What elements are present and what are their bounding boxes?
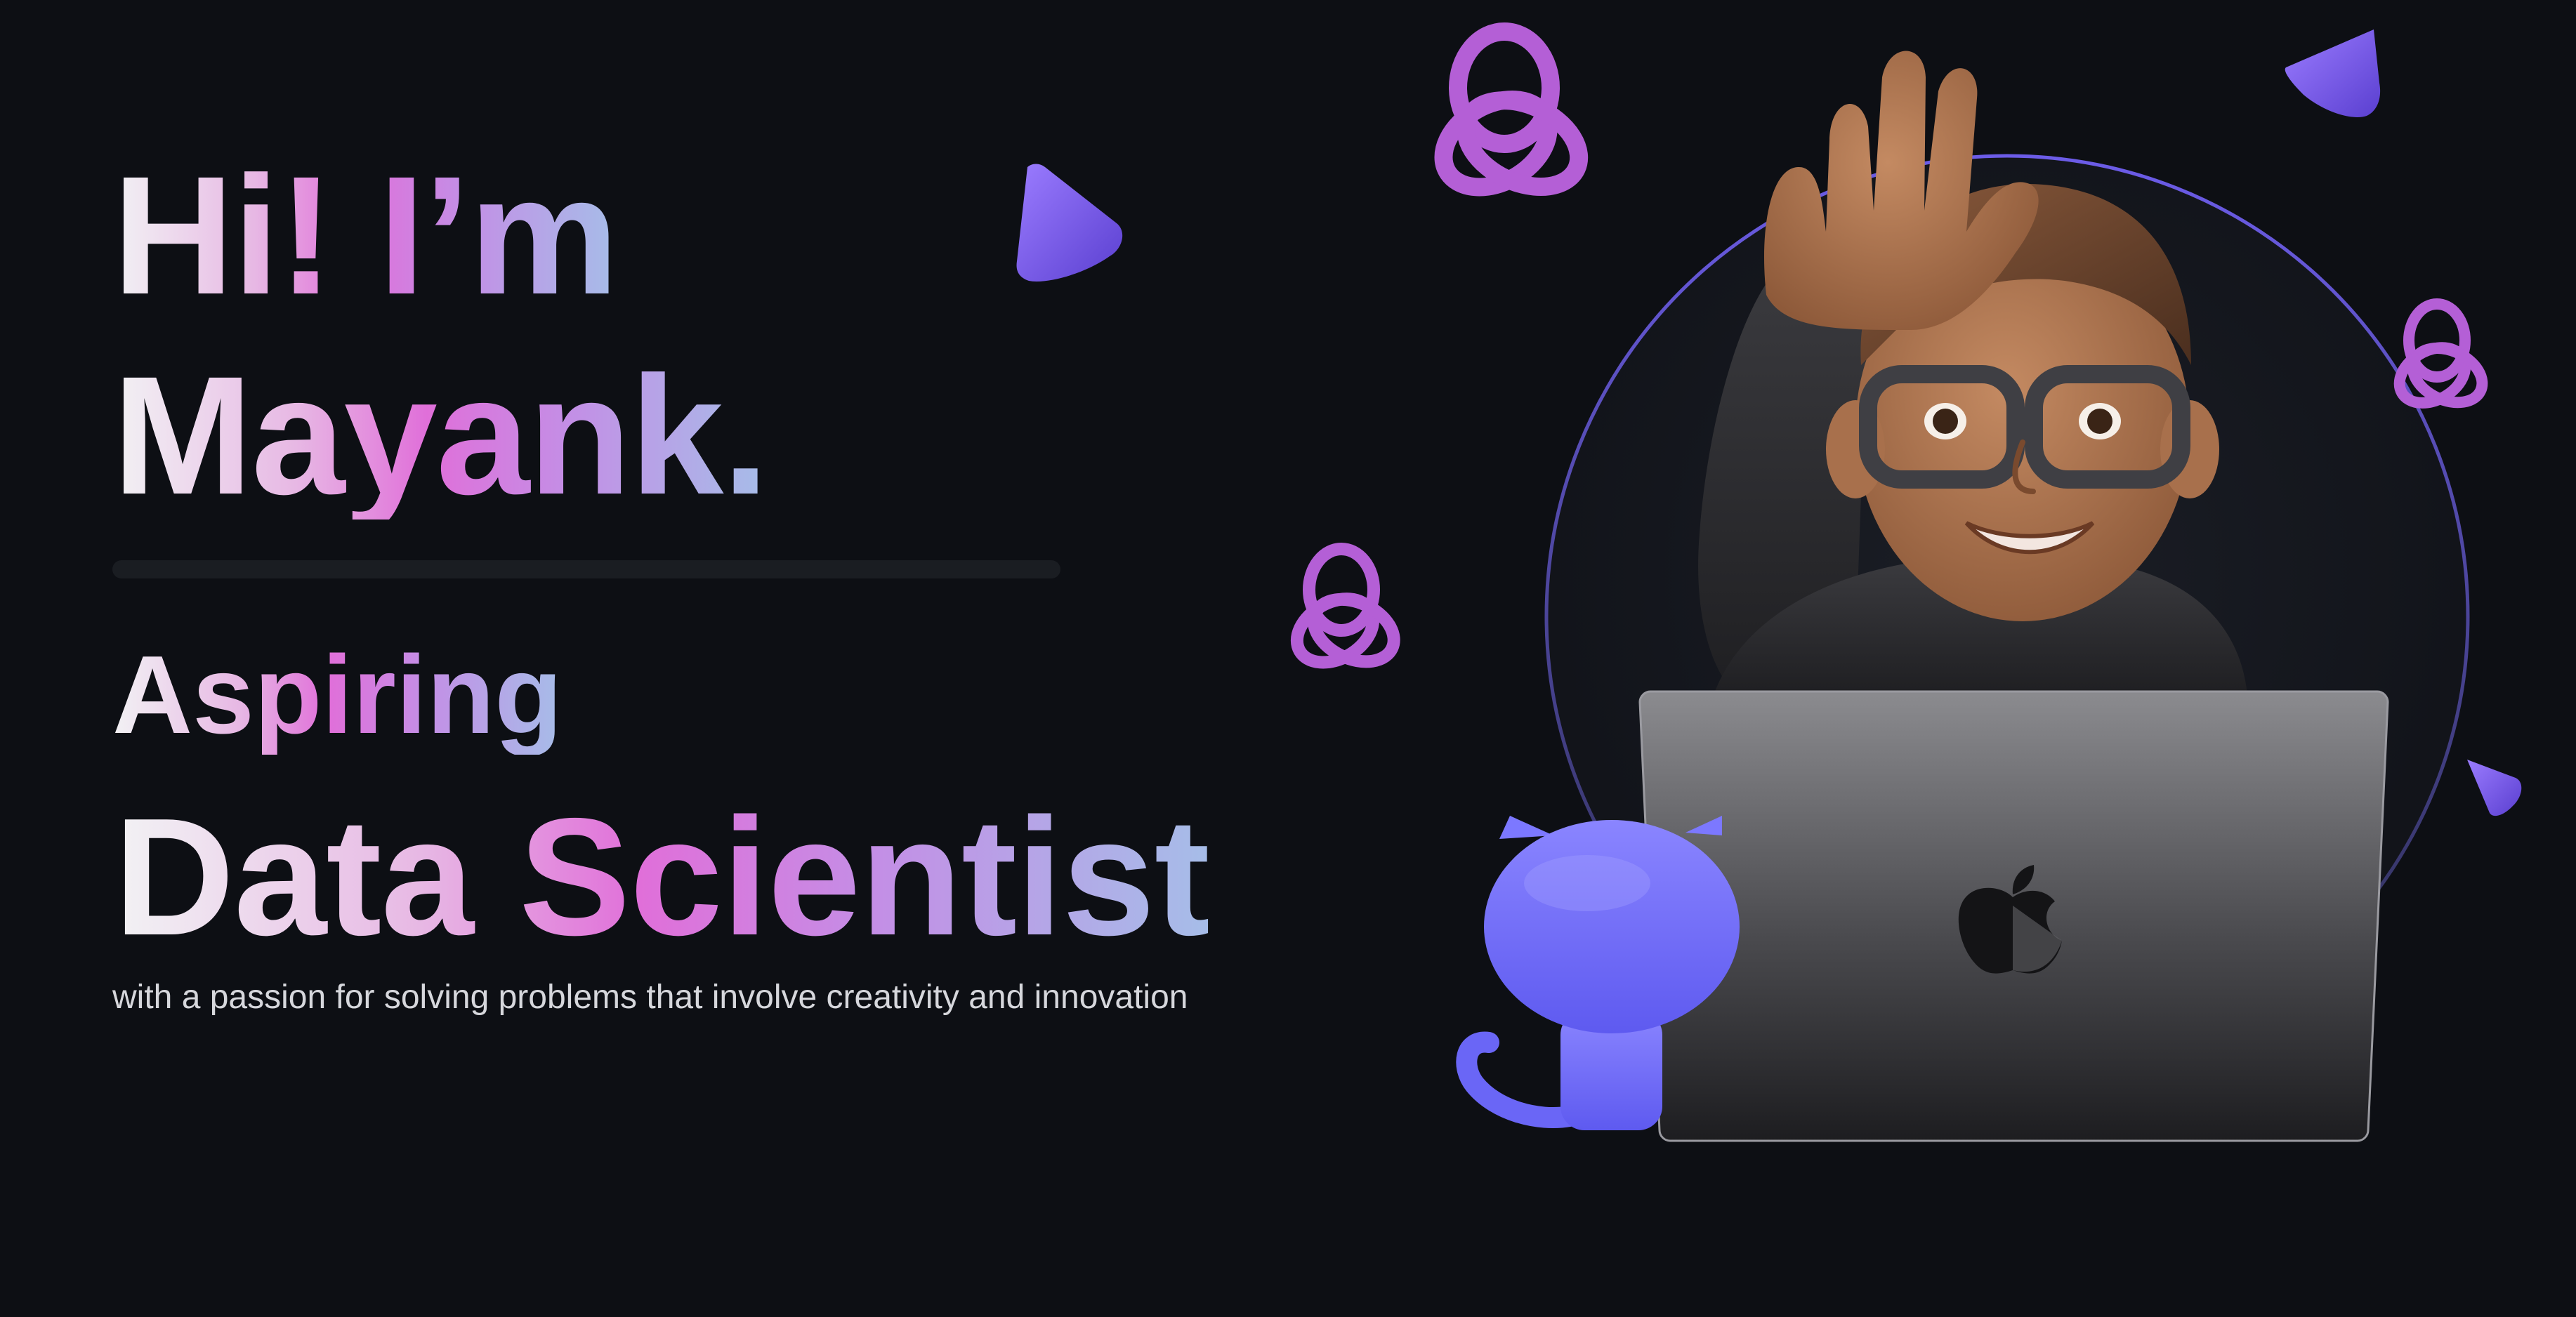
apple-logo-icon xyxy=(1958,865,2062,974)
greeting-hi: Hi! xyxy=(112,141,333,329)
tagline: with a passion for solving problems that… xyxy=(112,979,1188,1016)
role-title-text: Data Scientist xyxy=(114,784,1210,970)
octocat-icon xyxy=(1456,816,1740,1130)
waving-avatar-icon xyxy=(1698,51,2247,695)
greeting-im: I’m xyxy=(378,141,618,329)
torus-knot-icon xyxy=(1290,543,1400,669)
greeting-text: Hi! I’m xyxy=(112,151,617,319)
cone-icon xyxy=(2467,760,2522,816)
laptop-icon xyxy=(1638,690,2389,1142)
cone-icon xyxy=(1016,164,1123,282)
role-prefix-text: Aspiring xyxy=(112,633,563,757)
role-prefix: Aspiring xyxy=(112,635,563,755)
greeting-heading: Hi! I’m xyxy=(112,151,617,319)
torus-knot-icon xyxy=(1434,22,1589,197)
cone-icon xyxy=(2285,29,2381,117)
torus-knot-icon xyxy=(2393,298,2488,409)
divider xyxy=(112,560,1060,578)
role-title: Data Scientist xyxy=(114,784,1210,970)
name-text: Mayank. xyxy=(112,341,769,529)
name-heading: Mayank. xyxy=(112,341,769,529)
avatar-backdrop-circle xyxy=(1544,154,2470,1079)
